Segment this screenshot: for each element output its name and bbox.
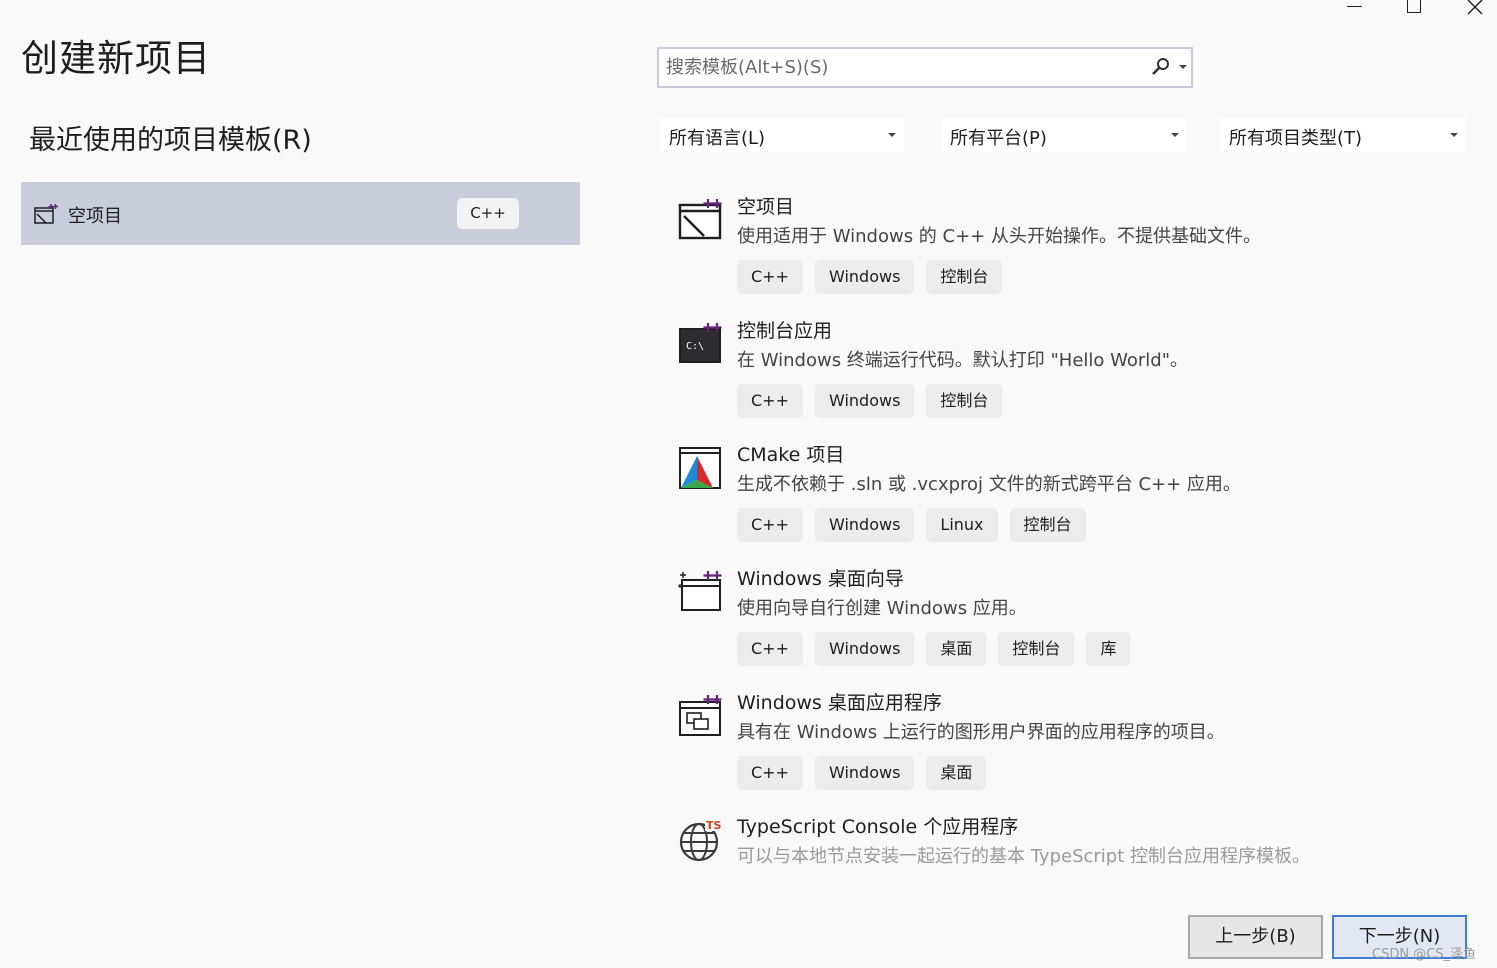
tag: C++ <box>737 260 803 294</box>
template-item-cmake[interactable]: CMake 项目 生成不依赖于 .sln 或 .vcxproj 文件的新式跨平台… <box>677 442 1477 562</box>
svg-text:TS: TS <box>706 819 722 832</box>
template-title: Windows 桌面应用程序 <box>737 692 942 714</box>
tag: C++ <box>737 756 803 790</box>
template-description: 在 Windows 终端运行代码。默认打印 "Hello World"。 <box>737 350 1189 371</box>
tag: C++ <box>737 508 803 542</box>
close-button[interactable] <box>1455 0 1495 22</box>
chevron-down-icon[interactable] <box>1179 65 1187 69</box>
tag: Windows <box>814 756 915 790</box>
tag: Windows <box>814 632 915 666</box>
tag: C++ <box>737 384 803 418</box>
template-title: CMake 项目 <box>737 444 845 466</box>
tag: Windows <box>814 508 915 542</box>
console-app-icon: C:\ <box>679 323 722 363</box>
close-icon <box>1467 0 1483 15</box>
maximize-button[interactable] <box>1395 0 1435 22</box>
tag: C++ <box>737 632 803 666</box>
tag: Linux <box>926 508 998 542</box>
recent-item-empty-project[interactable]: 空项目 C++ <box>21 182 580 245</box>
template-item-empty-project[interactable]: 空项目 使用适用于 Windows 的 C++ 从头开始操作。不提供基础文件。 … <box>677 194 1477 314</box>
search-icon[interactable] <box>1151 57 1171 77</box>
template-description: 可以与本地节点安装一起运行的基本 TypeScript 控制台应用程序模板。 <box>737 846 1310 867</box>
tag: 桌面 <box>926 632 987 666</box>
tag: 控制台 <box>926 260 1003 294</box>
platform-filter-dropdown[interactable]: 所有平台(P) <box>941 118 1187 152</box>
tag: 库 <box>1086 632 1131 666</box>
platform-filter-label: 所有平台(P) <box>950 128 1047 149</box>
tag: 桌面 <box>926 756 987 790</box>
svg-text:C:\: C:\ <box>686 341 704 352</box>
project-type-filter-label: 所有项目类型(T) <box>1229 128 1363 149</box>
template-description: 生成不依赖于 .sln 或 .vcxproj 文件的新式跨平台 C++ 应用。 <box>737 474 1241 495</box>
tag: 控制台 <box>926 384 1003 418</box>
cmake-icon <box>679 447 721 489</box>
chevron-down-icon <box>1171 133 1179 137</box>
template-item-console-app[interactable]: C:\ 控制台应用 在 Windows 终端运行代码。默认打印 "Hello W… <box>677 318 1477 438</box>
template-tags: C++ Windows 桌面 控制台 库 <box>737 632 1131 666</box>
typescript-globe-icon: TS <box>679 818 723 862</box>
tag: 控制台 <box>998 632 1075 666</box>
template-tags: C++ Windows Linux 控制台 <box>737 508 1086 542</box>
template-title: 空项目 <box>737 196 795 218</box>
project-type-filter-dropdown[interactable]: 所有项目类型(T) <box>1220 118 1466 152</box>
template-tags: C++ Windows 控制台 <box>737 384 1003 418</box>
recent-item-label: 空项目 <box>68 206 122 227</box>
empty-project-icon <box>678 199 722 240</box>
tag: 控制台 <box>1009 508 1086 542</box>
desktop-wizard-icon <box>678 571 722 611</box>
tag: Windows <box>814 384 915 418</box>
recent-templates-heading: 最近使用的项目模板(R) <box>29 125 312 156</box>
recent-item-tag: C++ <box>457 198 519 229</box>
template-tags: C++ Windows 控制台 <box>737 260 1003 294</box>
empty-project-icon <box>34 204 58 224</box>
template-description: 具有在 Windows 上运行的图形用户界面的应用程序的项目。 <box>737 722 1225 743</box>
template-item-desktop-app[interactable]: Windows 桌面应用程序 具有在 Windows 上运行的图形用户界面的应用… <box>677 690 1477 810</box>
watermark: CSDN @CS_泽鱼 <box>1372 947 1477 962</box>
template-title: TypeScript Console 个应用程序 <box>737 816 1019 838</box>
chevron-down-icon <box>888 133 896 137</box>
template-tags: C++ Windows 桌面 <box>737 756 987 790</box>
minimize-button[interactable] <box>1335 0 1375 22</box>
back-button[interactable]: 上一步(B) <box>1188 915 1323 959</box>
template-item-typescript-console[interactable]: TS TypeScript Console 个应用程序 可以与本地节点安装一起运… <box>677 814 1477 874</box>
language-filter-label: 所有语言(L) <box>669 128 766 149</box>
page-title: 创建新项目 <box>21 37 211 80</box>
template-description: 使用适用于 Windows 的 C++ 从头开始操作。不提供基础文件。 <box>737 226 1261 247</box>
desktop-app-icon <box>679 695 722 736</box>
tag: Windows <box>814 260 915 294</box>
template-item-desktop-wizard[interactable]: Windows 桌面向导 使用向导自行创建 Windows 应用。 C++ Wi… <box>677 566 1477 686</box>
template-search-box[interactable] <box>657 47 1193 88</box>
template-description: 使用向导自行创建 Windows 应用。 <box>737 598 1027 619</box>
chevron-down-icon <box>1450 133 1458 137</box>
template-search-input[interactable] <box>659 49 1146 86</box>
template-title: Windows 桌面向导 <box>737 568 904 590</box>
template-title: 控制台应用 <box>737 320 833 342</box>
language-filter-dropdown[interactable]: 所有语言(L) <box>660 118 904 152</box>
